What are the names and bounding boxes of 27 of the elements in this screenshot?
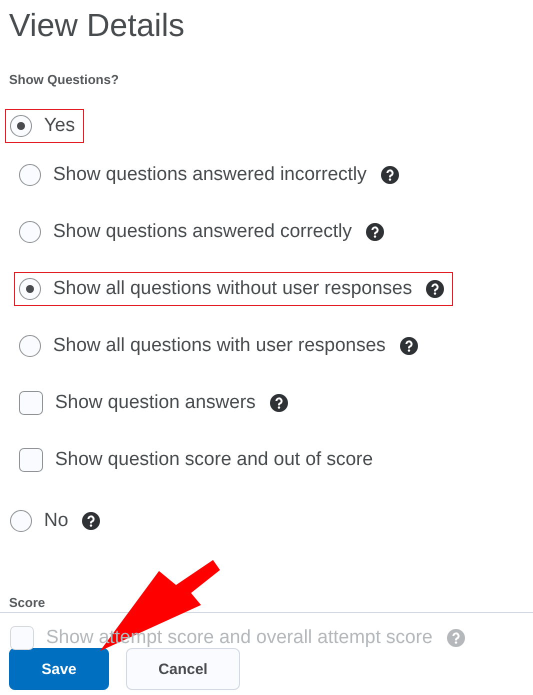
radio-button[interactable]	[10, 115, 32, 137]
checkbox[interactable]	[19, 391, 43, 415]
section-label: Show Questions?	[9, 71, 120, 89]
checkbox[interactable]	[19, 448, 43, 472]
option-label[interactable]: Show question score and out of score	[55, 449, 373, 471]
help-icon[interactable]	[82, 512, 100, 530]
help-icon[interactable]	[270, 394, 288, 412]
option-label[interactable]: Show questions answered incorrectly	[53, 164, 367, 186]
radio-button[interactable]	[19, 164, 41, 186]
option-label[interactable]: Show all questions without user responses	[53, 278, 412, 300]
help-icon[interactable]	[366, 223, 384, 241]
option-label[interactable]: Show all questions with user responses	[53, 335, 386, 357]
cancel-button[interactable]: Cancel	[126, 648, 240, 690]
radio-button[interactable]	[19, 335, 41, 357]
help-icon[interactable]	[380, 166, 399, 184]
radio-button[interactable]	[19, 278, 41, 300]
radio-button[interactable]	[10, 510, 32, 532]
help-icon[interactable]	[426, 280, 444, 298]
help-icon[interactable]	[400, 337, 418, 355]
page-title: View Details	[9, 6, 186, 45]
option-label[interactable]: Show questions answered correctly	[53, 221, 352, 243]
option-label[interactable]: Show question answers	[55, 392, 256, 414]
save-button[interactable]: Save	[9, 648, 109, 690]
section-label: Score	[9, 594, 46, 612]
option-label[interactable]: Yes	[44, 115, 75, 137]
radio-button[interactable]	[19, 221, 41, 243]
option-label[interactable]: No	[44, 510, 68, 532]
